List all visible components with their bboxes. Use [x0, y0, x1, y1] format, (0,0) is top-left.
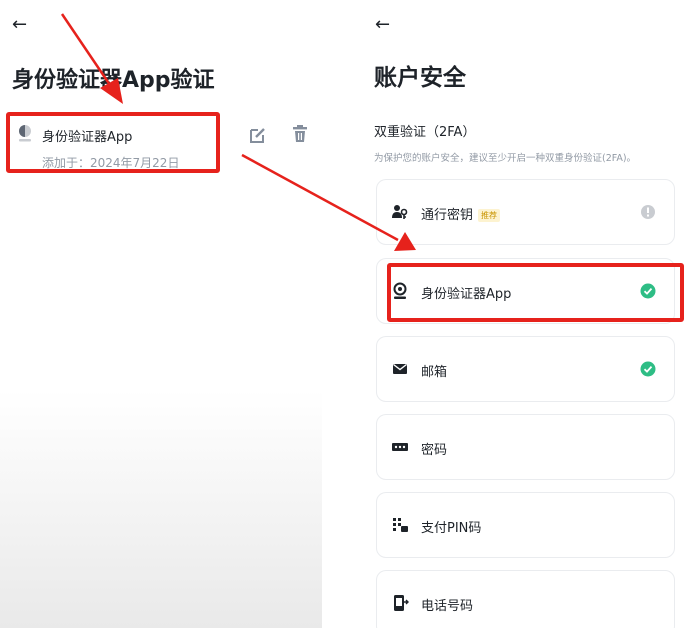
security-item-passkey[interactable]: 通行密钥 推荐: [376, 179, 675, 245]
security-item-label: 邮箱: [421, 365, 448, 380]
added-date: 添加于：2024年7月22日: [42, 156, 180, 170]
section-description: 为保护您的账户安全，建议至少开启一种双重身份验证(2FA)。: [374, 153, 637, 164]
page-title: 账户安全: [374, 65, 466, 91]
check-circle-icon: [640, 283, 656, 299]
mail-icon: [393, 363, 407, 374]
recommended-badge: 推荐: [478, 209, 501, 222]
security-item-label: 身份验证器App: [421, 287, 512, 302]
authenticator-icon: [19, 125, 31, 142]
check-circle-icon: [640, 361, 656, 377]
trash-icon[interactable]: [290, 124, 310, 144]
security-item-label: 通行密钥: [421, 208, 474, 223]
edit-icon[interactable]: [248, 125, 268, 145]
authenticator-name: 身份验证器App: [42, 130, 133, 145]
security-item-email[interactable]: 邮箱: [376, 336, 675, 402]
phone-icon: [394, 595, 409, 611]
authenticator-detail-screen: ← 身份验证器App验证 身份验证器App 添加于：2024年7月22日: [0, 0, 322, 628]
security-item-label: 支付PIN码: [421, 521, 482, 536]
page-title: 身份验证器App验证: [12, 68, 215, 93]
passkey-icon: [392, 205, 408, 219]
authenticator-icon: [393, 282, 407, 299]
security-item-phone[interactable]: 电话号码: [376, 570, 675, 628]
security-item-label: 密码: [421, 443, 448, 458]
security-item-label: 电话号码: [421, 599, 474, 614]
password-icon: [392, 443, 408, 451]
back-arrow-icon[interactable]: ←: [12, 14, 27, 35]
info-icon: [641, 205, 655, 219]
pin-icon: [393, 518, 408, 532]
account-security-screen: ← 账户安全 双重验证（2FA） 为保护您的账户安全，建议至少开启一种双重身份验…: [352, 0, 687, 628]
security-item-password[interactable]: 密码: [376, 414, 675, 480]
back-arrow-icon[interactable]: ←: [375, 14, 390, 35]
section-title: 双重验证（2FA）: [374, 125, 476, 140]
security-item-authenticator[interactable]: 身份验证器App: [376, 258, 675, 324]
security-item-payment-pin[interactable]: 支付PIN码: [376, 492, 675, 558]
